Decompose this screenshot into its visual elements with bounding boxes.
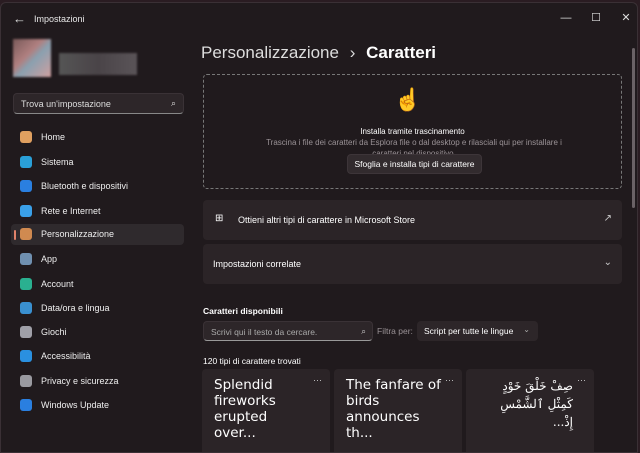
search-icon: ⌕ <box>170 98 176 108</box>
sidebar-item-label: Bluetooth e dispositivi <box>41 181 129 191</box>
font-card[interactable]: The fanfare of birds announces th... ··· <box>334 369 462 452</box>
filter-label: Filtra per: <box>377 326 413 336</box>
sidebar-item-label: Accessibilità <box>41 351 91 361</box>
font-card[interactable]: Splendid fireworks erupted over... ··· <box>202 369 330 452</box>
browse-install-button[interactable]: Sfoglia e installa tipi di carattere <box>347 154 482 174</box>
sidebar-item-bluetooth-e-dispositivi[interactable]: Bluetooth e dispositivi <box>11 176 184 197</box>
sidebar-item-label: Sistema <box>41 157 74 167</box>
sidebar-item-label: Privacy e sicurezza <box>41 376 119 386</box>
back-arrow-icon[interactable]: ← <box>13 11 26 26</box>
title-bar: ← Impostazioni — ☐ ✕ <box>1 3 637 37</box>
settings-search-input[interactable]: Trova un'impostazione ⌕ <box>13 93 184 114</box>
close-button[interactable]: ✕ <box>611 7 637 29</box>
sidebar-item-icon <box>20 302 32 314</box>
available-fonts-heading: Caratteri disponibili <box>203 306 283 316</box>
chevron-down-icon: ⌄ <box>523 325 530 334</box>
filter-value: Script per tutte le lingue <box>424 326 514 336</box>
sidebar-item-account[interactable]: Account <box>11 274 184 295</box>
sidebar-item-personalizzazione[interactable]: Personalizzazione <box>11 224 184 245</box>
search-icon: ⌕ <box>361 326 366 336</box>
font-sample: Splendid fireworks erupted over... <box>214 377 276 441</box>
sidebar-item-home[interactable]: Home <box>11 127 184 148</box>
sidebar-item-icon <box>20 180 32 192</box>
sidebar-item-icon <box>20 399 32 411</box>
breadcrumb-separator: › <box>349 43 356 62</box>
breadcrumb: Personalizzazione › Caratteri <box>201 43 436 63</box>
scrollbar[interactable] <box>632 48 635 208</box>
sidebar-item-label: Home <box>41 132 66 142</box>
sidebar-item-giochi[interactable]: Giochi <box>11 322 184 343</box>
sidebar-item-icon <box>20 375 32 387</box>
related-settings-row[interactable]: Impostazioni correlate ⌄ <box>203 244 622 284</box>
user-name-blurred <box>59 53 137 75</box>
drop-title: Installa tramite trascinamento <box>360 127 465 136</box>
sidebar-item-label: Giochi <box>41 327 67 337</box>
sidebar-item-icon <box>20 228 32 240</box>
settings-window: ← Impostazioni — ☐ ✕ Trova un'impostazio… <box>0 2 638 453</box>
font-drop-zone[interactable]: ☝ Installa tramite trascinamento Trascin… <box>203 74 622 189</box>
open-external-icon: ↗ <box>603 213 612 224</box>
sidebar-item-windows-update[interactable]: Windows Update <box>11 395 184 416</box>
sidebar-item-icon <box>20 278 32 290</box>
related-settings-label: Impostazioni correlate <box>213 259 302 269</box>
sidebar-item-label: App <box>41 254 58 264</box>
script-filter-dropdown[interactable]: Script per tutte le lingue ⌄ <box>417 321 538 341</box>
sidebar-item-label: Account <box>41 279 74 289</box>
sidebar-item-icon <box>20 156 32 168</box>
sidebar-item-label: Personalizzazione <box>41 229 115 239</box>
font-search-placeholder: Scrivi qui il testo da cercare. <box>211 327 318 337</box>
font-sample: The fanfare of birds announces th... <box>346 377 441 441</box>
more-options-icon[interactable]: ··· <box>313 375 322 385</box>
microsoft-store-row[interactable]: ⊞ Ottieni altri tipi di carattere in Mic… <box>203 200 622 240</box>
sidebar-item-label: Data/ora e lingua <box>41 303 110 313</box>
sidebar-item-data-ora-e-lingua[interactable]: Data/ora e lingua <box>11 298 184 319</box>
sidebar-item-label: Windows Update <box>41 400 110 410</box>
more-options-icon[interactable]: ··· <box>445 375 454 385</box>
sidebar-item-sistema[interactable]: Sistema <box>11 152 184 173</box>
sidebar-item-icon <box>20 131 32 143</box>
font-count: 120 tipi di carattere trovati <box>203 356 301 366</box>
sidebar-item-icon <box>20 350 32 362</box>
font-sample: صِفْ خَلْقَ خَوْدٍ كَمِثْلِ ٱلشَّمْسِ إِ… <box>500 379 573 429</box>
page-title: Caratteri <box>366 43 437 62</box>
sidebar-item-icon <box>20 326 32 338</box>
minimize-button[interactable]: — <box>551 7 581 29</box>
sidebar-item-privacy-e-sicurezza[interactable]: Privacy e sicurezza <box>11 371 184 392</box>
store-row-label: Ottieni altri tipi di carattere in Micro… <box>238 215 416 225</box>
more-options-icon[interactable]: ··· <box>577 375 586 385</box>
store-icon: ⊞ <box>215 213 224 224</box>
sidebar-item-rete-e-internet[interactable]: Rete e Internet <box>11 201 184 222</box>
app-title: Impostazioni <box>34 14 85 24</box>
sidebar-item-label: Rete e Internet <box>41 206 101 216</box>
search-placeholder: Trova un'impostazione <box>21 99 111 109</box>
font-search-input[interactable]: Scrivi qui il testo da cercare. ⌕ <box>203 321 373 341</box>
sidebar-item-accessibilit-[interactable]: Accessibilità <box>11 346 184 367</box>
font-card[interactable]: صِفْ خَلْقَ خَوْدٍ كَمِثْلِ ٱلشَّمْسِ إِ… <box>466 369 594 452</box>
breadcrumb-parent[interactable]: Personalizzazione <box>201 43 339 62</box>
chevron-down-icon: ⌄ <box>603 257 612 268</box>
sidebar-item-icon <box>20 205 32 217</box>
sidebar-item-icon <box>20 253 32 265</box>
avatar[interactable] <box>13 39 51 77</box>
drag-hand-icon: ☝ <box>394 87 422 112</box>
maximize-button[interactable]: ☐ <box>581 7 611 29</box>
sidebar-item-app[interactable]: App <box>11 249 184 270</box>
